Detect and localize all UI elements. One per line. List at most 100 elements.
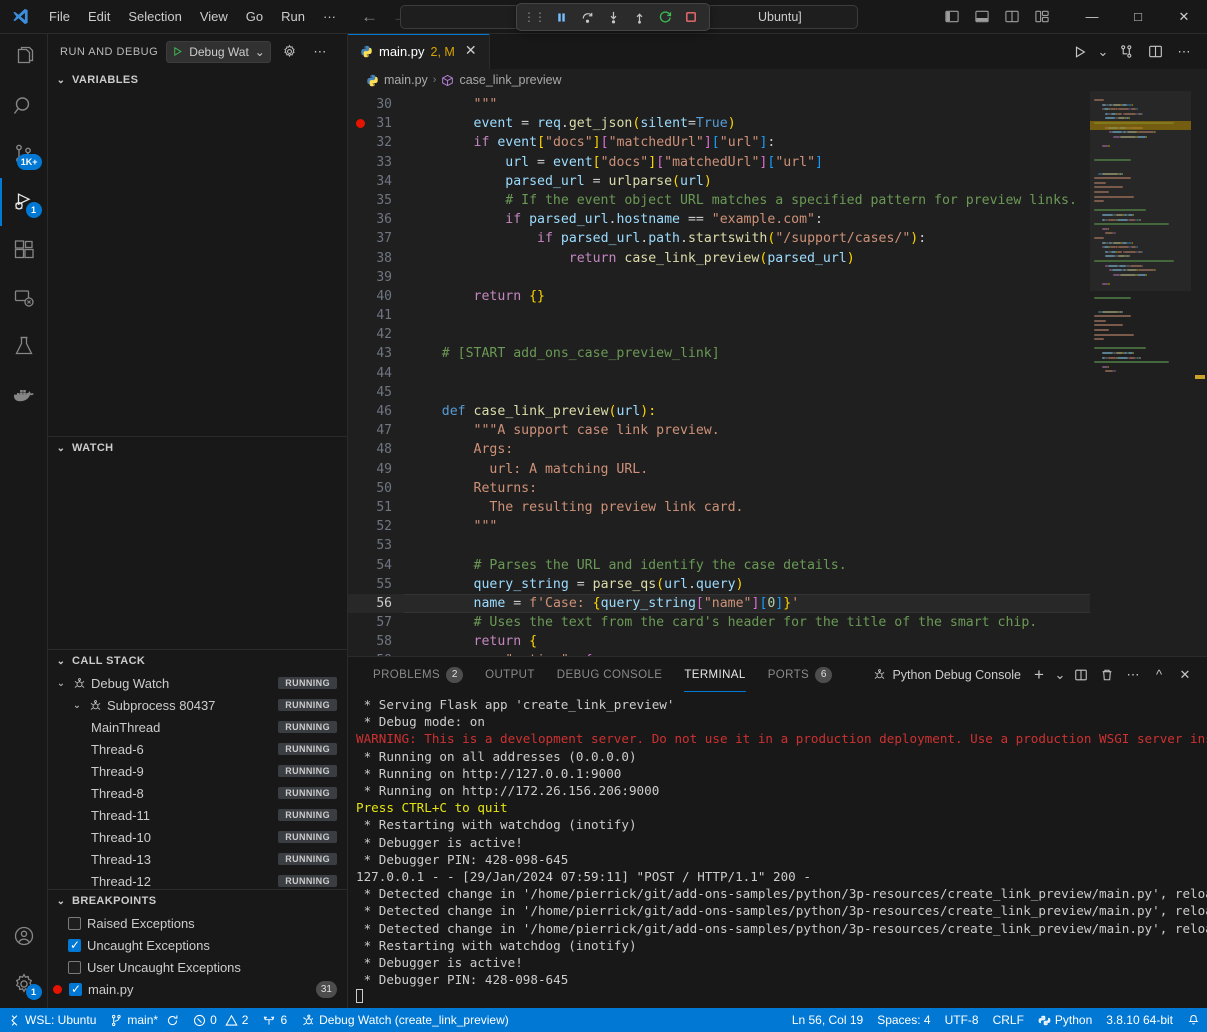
debug-configuration-select[interactable]: Debug Wat ⌄ — [166, 41, 271, 63]
activity-item-explorer[interactable] — [0, 34, 48, 82]
chevron-down-icon[interactable]: ⌄ — [54, 678, 68, 689]
status-eol[interactable]: CRLF — [986, 1008, 1031, 1032]
code-line[interactable]: 37 if parsed_url.path.startswith("/suppo… — [348, 229, 1090, 248]
code-lines[interactable]: 30 """31 event = req.get_json(silent=Tru… — [348, 91, 1090, 656]
code-line[interactable]: 31 event = req.get_json(silent=True) — [348, 114, 1090, 133]
code-editor[interactable]: 30 """31 event = req.get_json(silent=Tru… — [348, 91, 1207, 656]
activity-item-source-control[interactable]: 1K+ — [0, 130, 48, 178]
drag-handle-icon[interactable]: ⋮⋮ — [523, 10, 547, 24]
line-number[interactable]: 41 — [348, 306, 404, 325]
activity-item-run-and-debug[interactable]: 1 — [0, 178, 48, 226]
tab-main-py[interactable]: main.py 2, M ✕ — [348, 34, 490, 69]
panel-more-actions-icon[interactable]: ⋯ — [1121, 663, 1145, 687]
callstack-row[interactable]: Thread-13RUNNING — [48, 848, 347, 870]
terminal-dropdown-icon[interactable]: ⌄ — [1053, 663, 1067, 687]
line-number[interactable]: 52 — [348, 517, 404, 536]
run-python-file-icon[interactable] — [1067, 39, 1093, 65]
breadcrumb-symbol[interactable]: case_link_preview — [459, 73, 561, 87]
activity-item-settings[interactable]: 1 — [0, 960, 48, 1008]
panel-tab-terminal[interactable]: TERMINAL — [673, 657, 756, 692]
step-out-icon[interactable] — [627, 6, 651, 28]
chevron-down-icon[interactable]: ⌄ — [255, 45, 265, 59]
line-number[interactable]: 54 — [348, 556, 404, 575]
status-cursor-position[interactable]: Ln 56, Col 19 — [785, 1008, 870, 1032]
status-ports[interactable]: 6 — [255, 1008, 294, 1032]
code-line[interactable]: 33 url = event["docs"]["matchedUrl"]["ur… — [348, 153, 1090, 172]
tab-close-icon[interactable]: ✕ — [461, 42, 479, 61]
line-number[interactable]: 32 — [348, 133, 404, 152]
split-editor-icon[interactable] — [1142, 39, 1168, 65]
activity-item-extensions[interactable] — [0, 226, 48, 274]
active-terminal-label[interactable]: Python Debug Console — [873, 668, 1025, 682]
callstack-row[interactable]: MainThreadRUNNING — [48, 716, 347, 738]
status-language-mode[interactable]: Python — [1031, 1008, 1099, 1032]
code-line[interactable]: 56 name = f'Case: {query_string["name"][… — [348, 594, 1090, 613]
toggle-primary-sidebar-icon[interactable] — [939, 4, 965, 30]
activity-item-search[interactable] — [0, 82, 48, 130]
line-number[interactable]: 45 — [348, 383, 404, 402]
line-number[interactable]: 36 — [348, 210, 404, 229]
kill-terminal-icon[interactable] — [1095, 663, 1119, 687]
code-line[interactable]: 34 parsed_url = urlparse(url) — [348, 172, 1090, 191]
sidebar-more-actions-icon[interactable]: ⋯ — [309, 41, 331, 63]
code-line[interactable]: 44 — [348, 364, 1090, 383]
panel-tab-problems[interactable]: PROBLEMS2 — [362, 657, 474, 692]
editor-scrollbar[interactable] — [1193, 91, 1207, 656]
code-line[interactable]: 58 return { — [348, 632, 1090, 651]
breakpoint-checkbox[interactable] — [69, 983, 82, 996]
maximize-panel-icon[interactable]: ^ — [1147, 663, 1171, 687]
line-number[interactable]: 40 — [348, 287, 404, 306]
variables-body[interactable] — [48, 91, 347, 436]
line-number[interactable]: 38 — [348, 249, 404, 268]
activity-item-testing[interactable] — [0, 322, 48, 370]
close-panel-icon[interactable]: ✕ — [1173, 663, 1197, 687]
line-number[interactable]: 30 — [348, 95, 404, 114]
new-terminal-icon[interactable]: + — [1027, 663, 1051, 687]
activity-item-remote-explorer[interactable] — [0, 274, 48, 322]
code-line[interactable]: 42 — [348, 325, 1090, 344]
callstack-row[interactable]: ⌄Subprocess 80437RUNNING — [48, 694, 347, 716]
toggle-secondary-sidebar-icon[interactable] — [999, 4, 1025, 30]
callstack-row[interactable]: ⌄Debug WatchRUNNING — [48, 672, 347, 694]
code-line[interactable]: 57 # Uses the text from the card's heade… — [348, 613, 1090, 632]
line-number[interactable]: 58 — [348, 632, 404, 651]
panel-tab-debug-console[interactable]: DEBUG CONSOLE — [546, 657, 674, 692]
restart-icon[interactable] — [653, 6, 677, 28]
breakpoint-row[interactable]: Uncaught Exceptions — [48, 934, 347, 956]
step-over-icon[interactable] — [575, 6, 599, 28]
menu-go[interactable]: Go — [237, 5, 272, 28]
status-notifications[interactable] — [1180, 1008, 1207, 1032]
status-python-interpreter[interactable]: 3.8.10 64-bit — [1099, 1008, 1180, 1032]
status-indentation[interactable]: Spaces: 4 — [870, 1008, 937, 1032]
activity-item-docker[interactable] — [0, 370, 48, 418]
callstack-row[interactable]: Thread-10RUNNING — [48, 826, 347, 848]
breadcrumb-file[interactable]: main.py — [384, 73, 428, 87]
breakpoint-row[interactable]: User Uncaught Exceptions — [48, 956, 347, 978]
code-line[interactable]: 38 return case_link_preview(parsed_url) — [348, 249, 1090, 268]
watch-body[interactable] — [48, 459, 347, 649]
line-number[interactable]: 39 — [348, 268, 404, 287]
activity-item-accounts[interactable] — [0, 912, 48, 960]
menu-selection[interactable]: Selection — [119, 5, 190, 28]
breakpoint-row[interactable]: Raised Exceptions — [48, 912, 347, 934]
code-line[interactable]: 45 — [348, 383, 1090, 402]
code-line[interactable]: 47 """A support case link preview. — [348, 421, 1090, 440]
callstack-row[interactable]: Thread-8RUNNING — [48, 782, 347, 804]
window-close-button[interactable]: ✕ — [1161, 0, 1207, 34]
breakpoint-checkbox[interactable] — [68, 939, 81, 952]
breakpoint-dot-icon[interactable] — [356, 119, 365, 128]
callstack-row[interactable]: Thread-9RUNNING — [48, 760, 347, 782]
line-number[interactable]: 44 — [348, 364, 404, 383]
code-line[interactable]: 32 if event["docs"]["matchedUrl"]["url"]… — [348, 133, 1090, 152]
status-branch[interactable]: main* — [103, 1008, 186, 1032]
callstack-row[interactable]: Thread-6RUNNING — [48, 738, 347, 760]
code-line[interactable]: 35 # If the event object URL matches a s… — [348, 191, 1090, 210]
stop-icon[interactable] — [679, 6, 703, 28]
code-line[interactable]: 43 # [START add_ons_case_preview_link] — [348, 344, 1090, 363]
code-line[interactable]: 46 def case_link_preview(url): — [348, 402, 1090, 421]
callstack-row[interactable]: Thread-12RUNNING — [48, 870, 347, 889]
panel-tab-output[interactable]: OUTPUT — [474, 657, 546, 692]
breakpoint-row[interactable]: main.py31 — [48, 978, 347, 1000]
step-into-icon[interactable] — [601, 6, 625, 28]
code-line[interactable]: 50 Returns: — [348, 479, 1090, 498]
